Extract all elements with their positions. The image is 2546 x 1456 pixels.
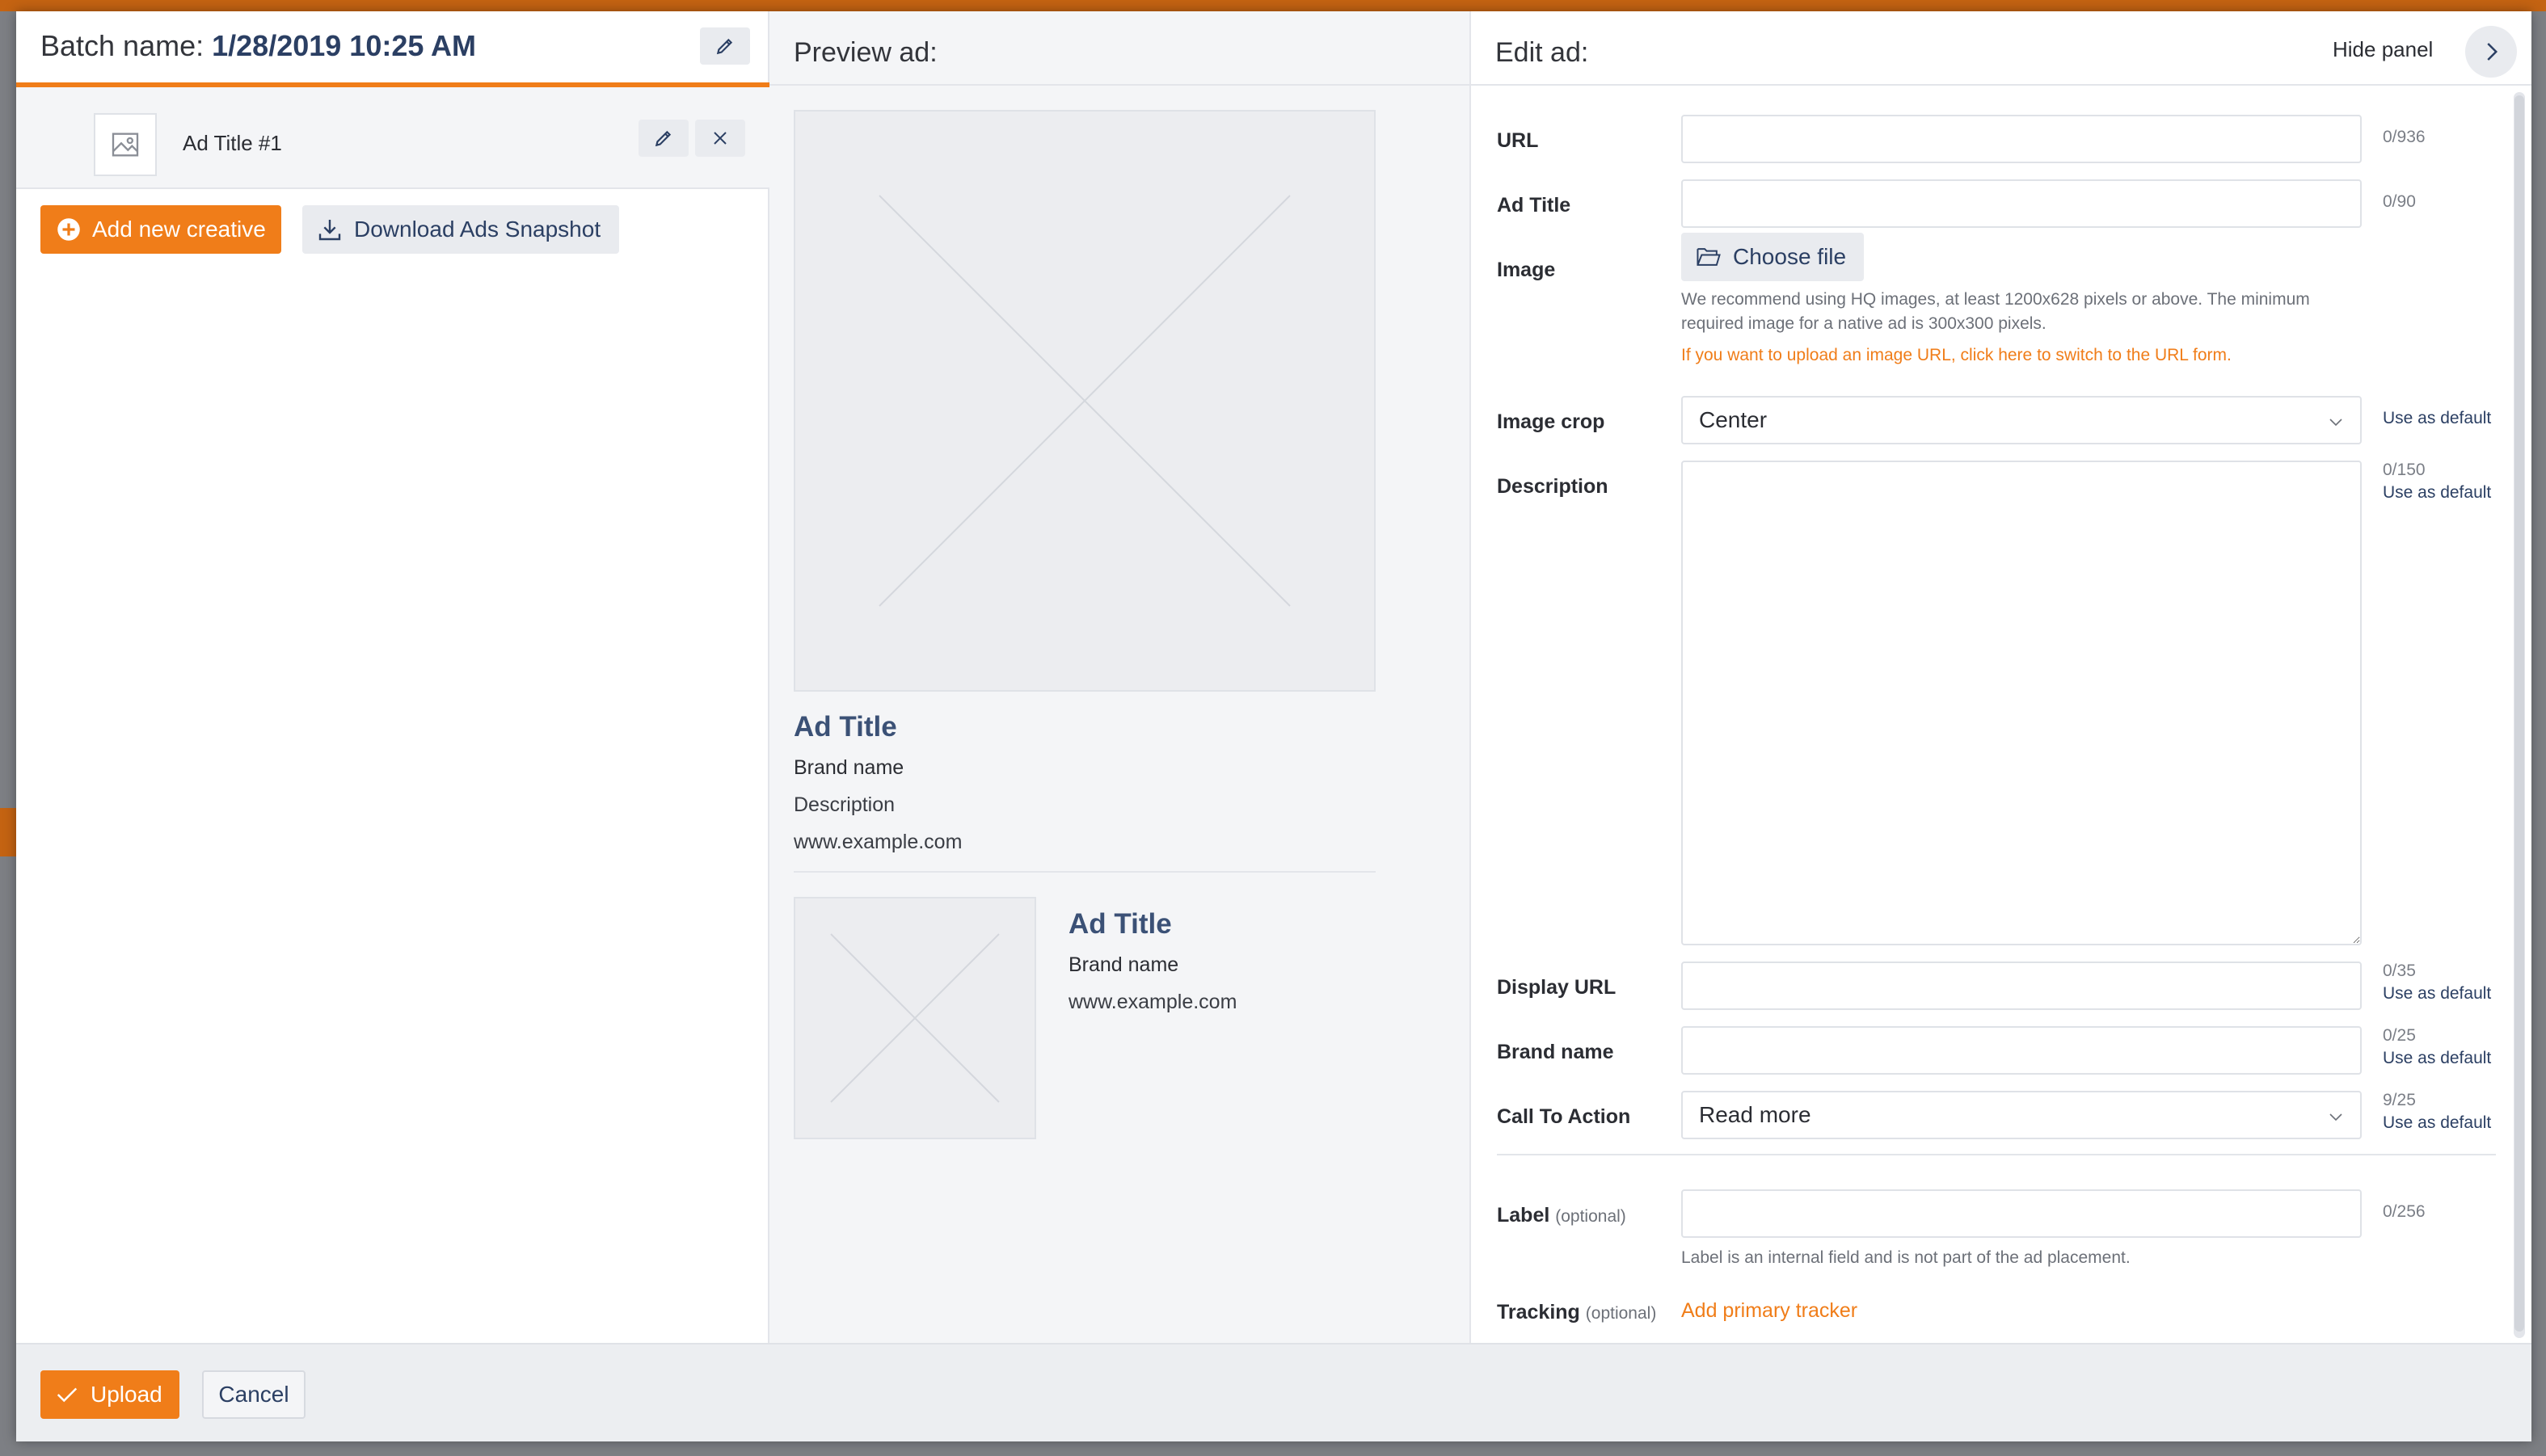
preview-large-url: www.example.com (794, 831, 963, 853)
batch-name-label: Batch name: (40, 29, 204, 62)
preview-large-description: Description (794, 793, 896, 816)
tracking-label: Tracking (optional) (1497, 1301, 1656, 1324)
image-recommendation-text: We recommend using HQ images, at least 1… (1681, 290, 2310, 333)
tracking-label-text: Tracking (1497, 1301, 1580, 1323)
label-input[interactable] (1681, 1189, 2362, 1238)
description-label: Description (1497, 475, 1608, 498)
preview-large-image-placeholder (794, 110, 1376, 692)
download-icon (318, 220, 341, 241)
modal-footer: Upload Cancel (16, 1343, 2531, 1441)
upload-button[interactable]: Upload (40, 1370, 179, 1419)
checkmark-icon (57, 1387, 78, 1403)
add-new-creative-label: Add new creative (92, 217, 266, 242)
preview-small-url: www.example.com (1069, 991, 1237, 1013)
edit-panel: Edit ad: Hide panel URL 0/936 Ad Title 0… (1471, 11, 2531, 1343)
preview-heading: Preview ad: (794, 37, 938, 68)
cancel-button[interactable]: Cancel (202, 1370, 306, 1419)
brand-name-counter: 0/25 (2383, 1026, 2416, 1045)
switch-to-url-form-link[interactable]: If you want to upload an image URL, clic… (1681, 346, 2232, 365)
url-label: URL (1497, 129, 1539, 152)
background-app-accent (0, 808, 16, 856)
description-counter: 0/150 (2383, 461, 2426, 479)
display-url-counter: 0/35 (2383, 962, 2416, 980)
chevron-right-icon (2487, 43, 2498, 61)
description-use-default[interactable]: Use as default (2383, 483, 2491, 503)
preview-large-title: Ad Title (794, 711, 897, 743)
ad-title-input[interactable] (1681, 179, 2362, 228)
cta-value: Read more (1699, 1102, 1811, 1127)
optional-fields-divider (1497, 1154, 2496, 1155)
creatives-panel: Batch name: 1/28/2019 10:25 AM Ad Title … (16, 11, 769, 1343)
label-optional-tag: (optional) (1555, 1207, 1626, 1226)
preview-divider (794, 871, 1376, 873)
cta-select[interactable]: Read more (1681, 1091, 2362, 1139)
image-label: Image (1497, 259, 1556, 281)
choose-file-label: Choose file (1733, 244, 1847, 269)
url-input[interactable] (1681, 115, 2362, 163)
pencil-icon (655, 130, 672, 147)
preview-header: Preview ad: (769, 11, 1469, 86)
add-primary-tracker-link[interactable]: Add primary tracker (1681, 1299, 1857, 1323)
edit-creative-button[interactable] (639, 120, 689, 157)
cta-counter: 9/25 (2383, 1091, 2416, 1109)
preview-small-image-placeholder (794, 897, 1036, 1139)
display-url-input[interactable] (1681, 962, 2362, 1010)
upload-label: Upload (91, 1382, 162, 1407)
image-crop-label: Image crop (1497, 410, 1605, 433)
download-ads-snapshot-label: Download Ads Snapshot (354, 217, 601, 242)
creative-title: Ad Title #1 (183, 131, 282, 155)
label-field-label: Label (optional) (1497, 1204, 1626, 1227)
plus-circle-icon (57, 218, 80, 241)
label-hint-text: Label is an internal field and is not pa… (1681, 1248, 2131, 1267)
edit-ads-modal: Batch name: 1/28/2019 10:25 AM Ad Title … (16, 11, 2531, 1441)
display-url-use-default[interactable]: Use as default (2383, 984, 2491, 1004)
brand-name-input[interactable] (1681, 1026, 2362, 1075)
url-counter: 0/936 (2383, 128, 2426, 146)
download-ads-snapshot-button[interactable]: Download Ads Snapshot (302, 205, 619, 254)
chevron-down-icon (2329, 419, 2342, 427)
hide-panel-link[interactable]: Hide panel (2333, 37, 2433, 62)
batch-name-value: 1/28/2019 10:25 AM (212, 29, 477, 62)
preview-small-brand: Brand name (1069, 953, 1179, 976)
chevron-down-icon (2329, 1113, 2342, 1121)
display-url-label: Display URL (1497, 976, 1617, 999)
preview-large-brand: Brand name (794, 756, 904, 779)
label-field-label-text: Label (1497, 1204, 1550, 1227)
close-icon (714, 132, 727, 145)
pencil-icon (716, 38, 733, 55)
hide-panel-button[interactable] (2465, 26, 2517, 78)
edit-heading: Edit ad: (1495, 37, 1589, 68)
delete-creative-button[interactable] (695, 120, 745, 157)
cta-use-default[interactable]: Use as default (2383, 1113, 2491, 1133)
batch-name-bar: Batch name: 1/28/2019 10:25 AM (16, 11, 769, 87)
ad-title-counter: 0/90 (2383, 192, 2416, 211)
add-new-creative-button[interactable]: Add new creative (40, 205, 281, 254)
batch-name: Batch name: 1/28/2019 10:25 AM (40, 29, 476, 63)
creative-list-item[interactable]: Ad Title #1 (16, 87, 769, 189)
edit-panel-scrollbar-thumb[interactable] (2514, 95, 2524, 1332)
cta-label: Call To Action (1497, 1105, 1631, 1128)
image-placeholder-icon (112, 133, 139, 157)
edit-header: Edit ad: Hide panel (1471, 11, 2531, 86)
preview-panel: Preview ad: Ad Title Brand name Descript… (769, 11, 1471, 1343)
creative-thumbnail (94, 113, 157, 176)
choose-file-button[interactable]: Choose file (1681, 233, 1864, 281)
tracking-optional-tag: (optional) (1585, 1304, 1657, 1323)
placeholder-cross-icon (879, 195, 1291, 607)
brand-name-label: Brand name (1497, 1041, 1614, 1063)
ad-title-label: Ad Title (1497, 194, 1571, 217)
background-app-header (0, 0, 2546, 11)
image-crop-use-default[interactable]: Use as default (2383, 409, 2491, 428)
label-counter: 0/256 (2383, 1202, 2426, 1221)
image-crop-select[interactable]: Center (1681, 396, 2362, 444)
preview-small-title: Ad Title (1069, 908, 1172, 940)
folder-open-icon (1697, 248, 1721, 266)
placeholder-cross-icon (830, 933, 1000, 1103)
edit-batch-name-button[interactable] (700, 27, 750, 65)
image-crop-value: Center (1699, 407, 1768, 432)
description-textarea[interactable] (1681, 461, 2362, 945)
brand-name-use-default[interactable]: Use as default (2383, 1049, 2491, 1068)
